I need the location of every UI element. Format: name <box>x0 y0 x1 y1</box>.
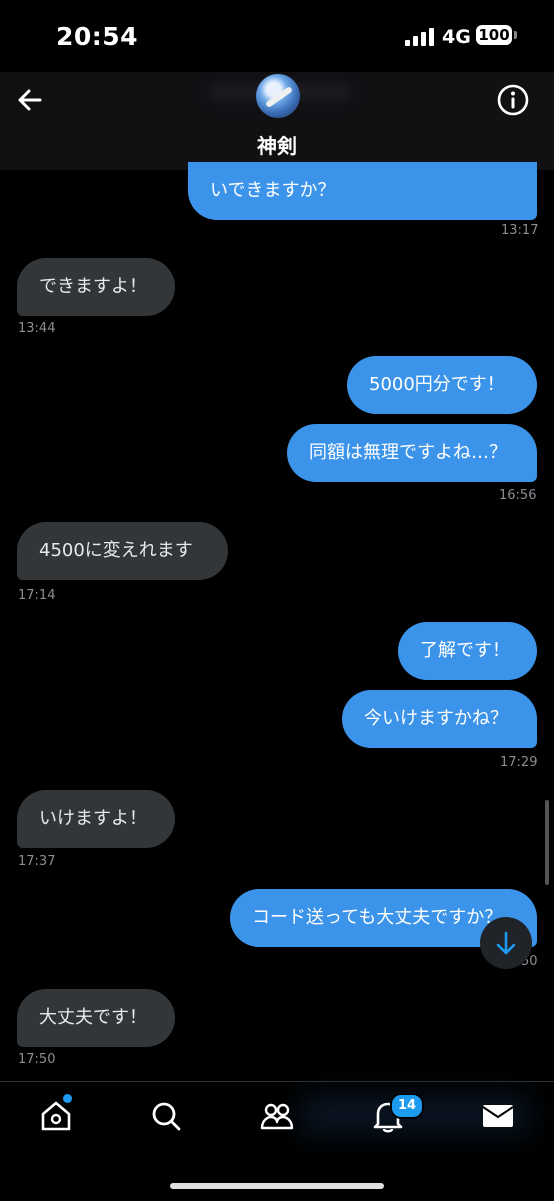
notifications-badge: 14 <box>390 1093 424 1119</box>
home-unread-dot <box>63 1094 72 1103</box>
status-time: 20:54 <box>56 22 139 51</box>
message-timestamp: 17:14 <box>18 588 56 603</box>
message-bubble-incoming[interactable]: 大丈夫です！ <box>17 989 175 1047</box>
message-bubble-incoming[interactable]: できますよ！ <box>17 258 175 316</box>
message-text: 5000円分です！ <box>369 374 505 395</box>
messages-envelope-icon[interactable] <box>480 1098 516 1134</box>
message-timestamp: 16:56 <box>499 488 537 503</box>
status-bar: 20:54 4G 100 <box>0 0 554 72</box>
info-icon[interactable] <box>496 83 530 117</box>
battery-nub <box>514 31 517 39</box>
message-text: 同額は無理ですよね…？ <box>309 442 507 463</box>
message-timestamp: 17:37 <box>18 854 56 869</box>
message-text: 大丈夫です！ <box>39 1007 147 1028</box>
contact-name[interactable]: 神剣 <box>0 130 554 159</box>
message-timestamp: 13:44 <box>18 321 56 336</box>
message-timestamp: 13:17 <box>501 223 539 238</box>
signal-icon <box>405 28 435 46</box>
scroll-to-bottom-button[interactable] <box>480 917 532 969</box>
message-bubble-outgoing[interactable]: いできますか？ <box>188 162 537 220</box>
avatar[interactable] <box>256 74 300 118</box>
network-type: 4G <box>442 26 471 48</box>
scrollbar[interactable] <box>545 800 549 885</box>
arrow-down-icon <box>496 931 516 955</box>
communities-icon[interactable] <box>259 1098 295 1134</box>
message-timestamp: 17:29 <box>500 755 538 770</box>
message-timestamp: 17:50 <box>18 1052 56 1067</box>
message-bubble-outgoing[interactable]: 了解です！ <box>398 622 537 680</box>
message-text: コード送っても大丈夫ですか？ <box>252 907 503 928</box>
message-text: 4500に変えれます <box>39 540 193 561</box>
message-text: できますよ！ <box>39 276 147 297</box>
search-icon[interactable] <box>148 1098 184 1134</box>
message-bubble-outgoing[interactable]: 今いけますかね？ <box>342 690 537 748</box>
message-bubble-outgoing[interactable]: 5000円分です！ <box>347 356 537 414</box>
message-bubble-incoming[interactable]: 4500に変えれます <box>17 522 228 580</box>
battery-icon: 100 <box>476 25 512 45</box>
message-text: 了解です！ <box>420 640 510 661</box>
message-bubble-outgoing[interactable]: 同額は無理ですよね…？ <box>287 424 537 482</box>
message-text: いできますか？ <box>210 180 336 201</box>
home-icon[interactable] <box>38 1098 74 1134</box>
message-text: 今いけますかね？ <box>364 708 508 729</box>
message-text: いけますよ！ <box>39 808 147 829</box>
message-bubble-incoming[interactable]: いけますよ！ <box>17 790 175 848</box>
home-indicator <box>170 1183 384 1189</box>
back-arrow-icon[interactable] <box>14 84 46 116</box>
